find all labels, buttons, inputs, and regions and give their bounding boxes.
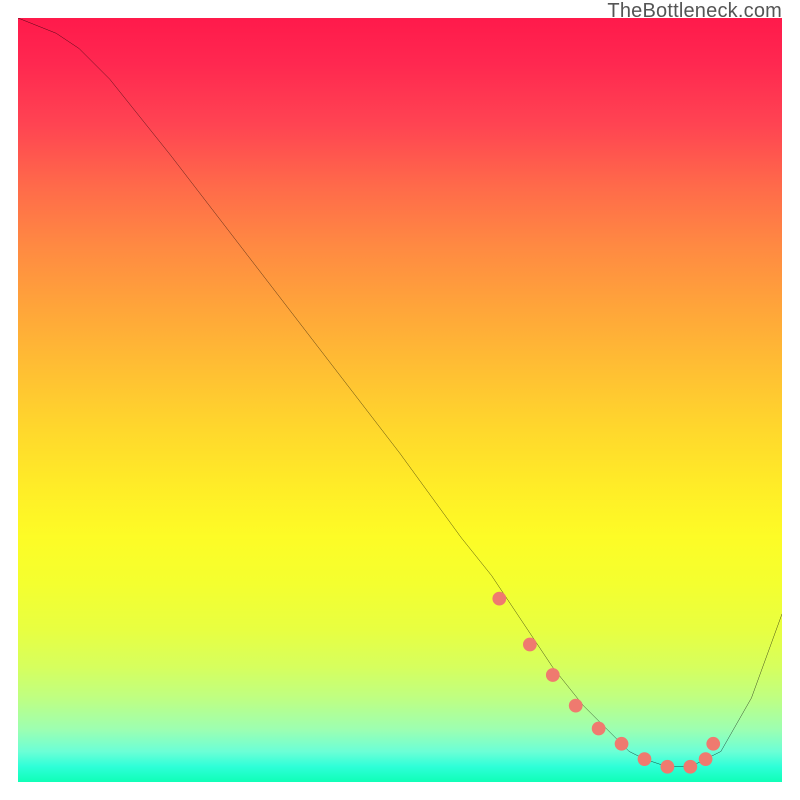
- chart-container: TheBottleneck.com: [0, 0, 800, 800]
- plot-area: [18, 18, 782, 782]
- attribution-label: TheBottleneck.com: [607, 0, 782, 23]
- curve-line: [18, 18, 782, 782]
- marker-dots: [18, 18, 782, 782]
